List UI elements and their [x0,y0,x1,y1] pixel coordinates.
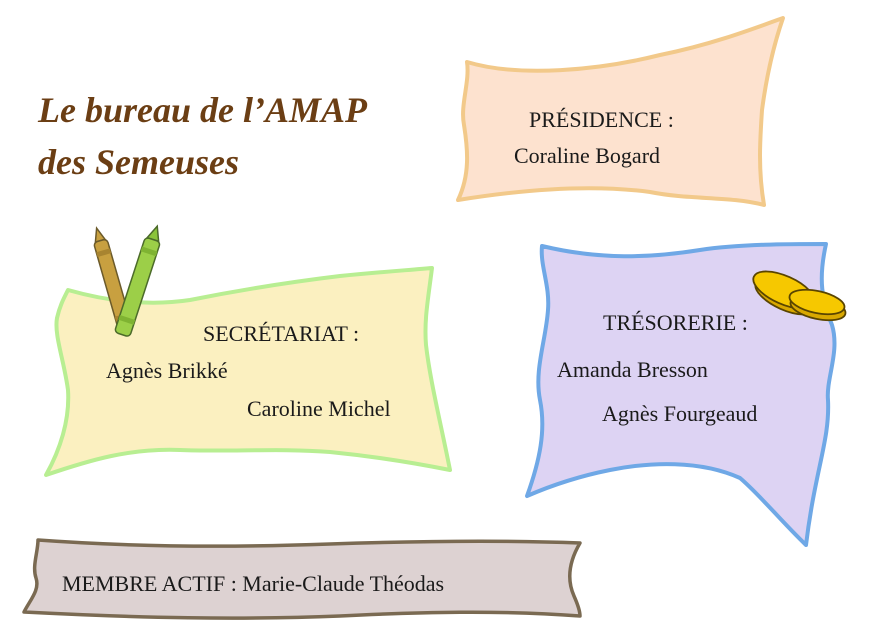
tresorerie-name-1: Amanda Bresson [557,357,708,382]
secretariat-heading: SECRÉTARIAT : [203,321,360,346]
presidence-heading: PRÉSIDENCE : [529,107,674,132]
page-title: Le bureau de l’AMAP des Semeuses [38,84,367,188]
title-line-1: Le bureau de l’AMAP [38,90,367,130]
title-line-2: des Semeuses [38,142,239,182]
tresorerie-heading: TRÉSORERIE : [603,310,748,335]
tresorerie-name-2: Agnès Fourgeaud [602,401,758,426]
secretariat-name-2: Caroline Michel [247,396,391,421]
presidence-name: Coraline Bogard [514,143,661,168]
membre-actif-text: MEMBRE ACTIF : Marie-Claude Théodas [62,571,445,596]
poster: Le bureau de l’AMAP des Semeuses PRÉSIDE… [0,0,871,636]
secretariat-name-1: Agnès Brikké [106,358,228,383]
